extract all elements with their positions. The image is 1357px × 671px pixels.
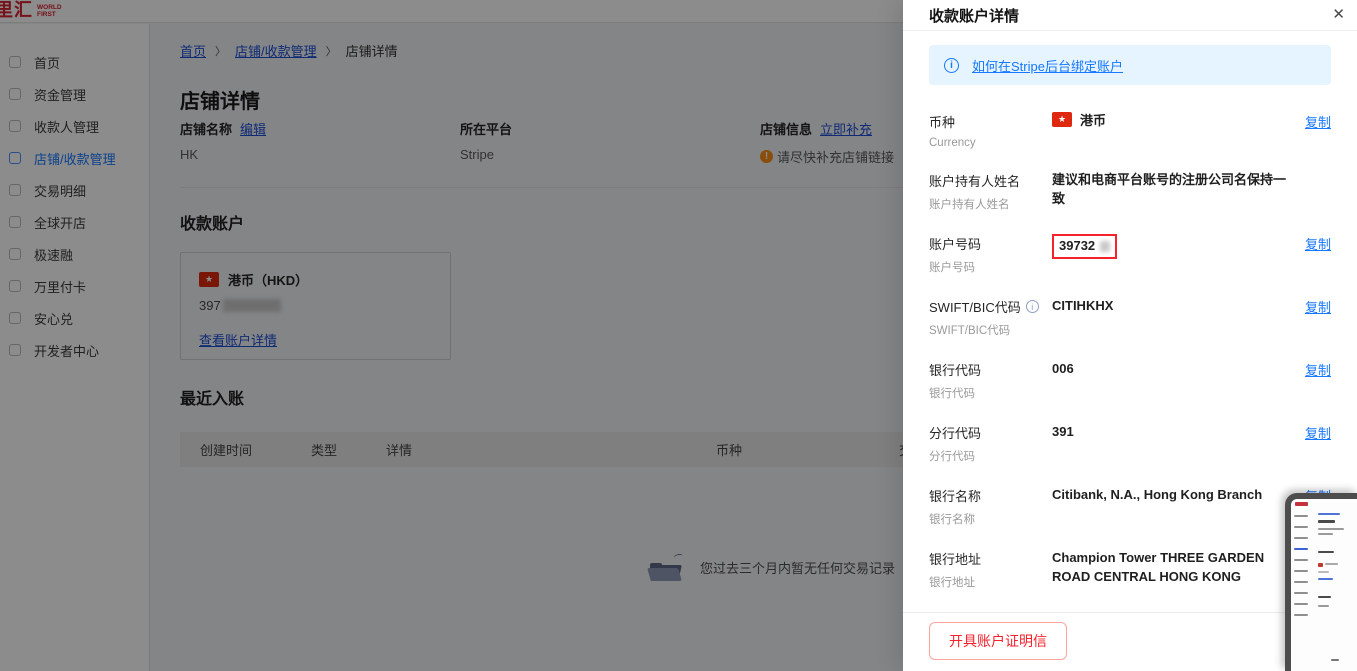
copy-link[interactable]: 复制 (1301, 423, 1331, 464)
modal-dim-overlay[interactable] (0, 0, 903, 671)
field-label-text: 分行代码 (929, 423, 981, 442)
field-label-col: 账户号码账户号码 (929, 234, 1052, 275)
issue-account-certificate-button[interactable]: 开具账户证明信 (929, 622, 1067, 660)
thumb-decoration (1295, 502, 1308, 506)
thumb-decoration (1318, 563, 1323, 567)
field-value-text: 港币 (1080, 112, 1106, 131)
screenshot-preview-thumbnail[interactable] (1285, 493, 1357, 671)
field-value: CITIHKHX (1052, 297, 1301, 338)
stripe-help-banner: i 如何在Stripe后台绑定账户 (929, 45, 1331, 85)
copy-link[interactable]: 复制 (1301, 234, 1331, 275)
field-sublabel: 账户持有人姓名 (929, 196, 1052, 212)
blurred-digit-mask (1100, 241, 1110, 252)
field-label-text: 账户持有人姓名 (929, 171, 1020, 190)
field-row-2: 账户号码账户号码39732复制 (929, 234, 1331, 275)
field-sublabel: 银行名称 (929, 511, 1052, 527)
drawer-header: 收款账户详情 (903, 0, 1357, 31)
field-label-text: 账户号码 (929, 234, 981, 253)
close-icon[interactable]: ✕ (1332, 5, 1345, 23)
field-row-5: 分行代码分行代码391复制 (929, 423, 1331, 464)
info-icon: i (944, 58, 959, 73)
thumb-decoration (1294, 592, 1308, 594)
thumb-decoration (1294, 614, 1308, 616)
field-value: 391 (1052, 423, 1301, 464)
field-sublabel: SWIFT/BIC代码 (929, 322, 1052, 338)
copy-link[interactable]: 复制 (1301, 360, 1331, 401)
thumb-decoration (1318, 596, 1331, 598)
field-row-7: 银行地址银行地址Champion Tower THREE GARDEN ROAD… (929, 549, 1331, 590)
thumb-decoration (1294, 537, 1308, 539)
field-sublabel: Currency (929, 137, 1052, 149)
field-row-3: SWIFT/BIC代码iSWIFT/BIC代码CITIHKHX复制 (929, 297, 1331, 338)
thumb-decoration (1331, 659, 1339, 661)
thumb-decoration (1294, 548, 1308, 550)
field-label-text: 银行代码 (929, 360, 981, 379)
field-sublabel: 分行代码 (929, 448, 1052, 464)
thumb-decoration (1318, 571, 1329, 573)
field-label: 银行代码 (929, 360, 1052, 379)
thumb-decoration (1294, 603, 1308, 605)
field-label-col: 账户持有人姓名账户持有人姓名 (929, 171, 1052, 212)
thumb-decoration (1318, 528, 1344, 530)
field-label-text: 银行地址 (929, 549, 981, 568)
field-sublabel: 银行地址 (929, 574, 1052, 590)
field-value: 建议和电商平台账号的注册公司名保持一致 (1052, 171, 1301, 212)
field-label-text: 银行名称 (929, 486, 981, 505)
field-label: 账户号码 (929, 234, 1052, 253)
field-label-col: 分行代码分行代码 (929, 423, 1052, 464)
thumb-decoration (1318, 605, 1329, 607)
field-label-text: 币种 (929, 112, 955, 131)
thumb-decoration (1294, 581, 1308, 583)
field-label: 银行名称 (929, 486, 1052, 505)
field-row-0: 币种 Currency★ 港币 复制 (929, 112, 1331, 149)
field-sublabel: 银行代码 (929, 385, 1052, 401)
field-label: 账户持有人姓名 (929, 171, 1052, 190)
highlighted-account-number: 39732 (1052, 234, 1117, 259)
field-label: 币种 (929, 112, 1052, 131)
field-label-col: 银行地址银行地址 (929, 549, 1052, 590)
thumb-decoration (1325, 563, 1338, 565)
field-label-col: 银行名称银行名称 (929, 486, 1052, 527)
drawer-title: 收款账户详情 (929, 5, 1019, 26)
thumb-decoration (1318, 533, 1333, 535)
field-row-6: 银行名称银行名称Citibank, N.A., Hong Kong Branch… (929, 486, 1331, 527)
field-value-text: 39732 (1059, 237, 1095, 256)
thumb-decoration (1318, 513, 1340, 515)
field-label-text: SWIFT/BIC代码 (929, 297, 1021, 316)
field-label: SWIFT/BIC代码 i (929, 297, 1052, 316)
swift-info-icon[interactable]: i (1026, 300, 1039, 313)
field-sublabel: 账户号码 (929, 259, 1052, 275)
field-value: ★ 港币 (1052, 112, 1301, 149)
hk-flag-icon: ★ (1052, 112, 1072, 127)
field-value: 006 (1052, 360, 1301, 401)
thumb-decoration (1294, 559, 1308, 561)
thumb-decoration (1294, 570, 1308, 572)
field-row-4: 银行代码银行代码006复制 (929, 360, 1331, 401)
thumb-decoration (1294, 515, 1308, 517)
field-value: 39732 (1052, 234, 1301, 275)
copy-spacer (1301, 171, 1331, 212)
thumb-decoration (1294, 526, 1308, 528)
field-label-col: 币种 Currency (929, 112, 1052, 149)
field-label: 分行代码 (929, 423, 1052, 442)
field-value: Citibank, N.A., Hong Kong Branch (1052, 486, 1301, 527)
thumb-decoration (1318, 551, 1334, 553)
thumb-decoration (1318, 520, 1335, 523)
copy-link[interactable]: 复制 (1301, 112, 1331, 149)
field-label: 银行地址 (929, 549, 1052, 568)
field-label-col: SWIFT/BIC代码 i SWIFT/BIC代码 (929, 297, 1052, 338)
field-label-col: 银行代码银行代码 (929, 360, 1052, 401)
copy-link[interactable]: 复制 (1301, 297, 1331, 338)
stripe-binding-guide-link[interactable]: 如何在Stripe后台绑定账户 (972, 56, 1123, 75)
field-row-1: 账户持有人姓名账户持有人姓名建议和电商平台账号的注册公司名保持一致 (929, 171, 1331, 212)
field-value: Champion Tower THREE GARDEN ROAD CENTRAL… (1052, 549, 1301, 590)
thumb-decoration (1318, 578, 1333, 580)
